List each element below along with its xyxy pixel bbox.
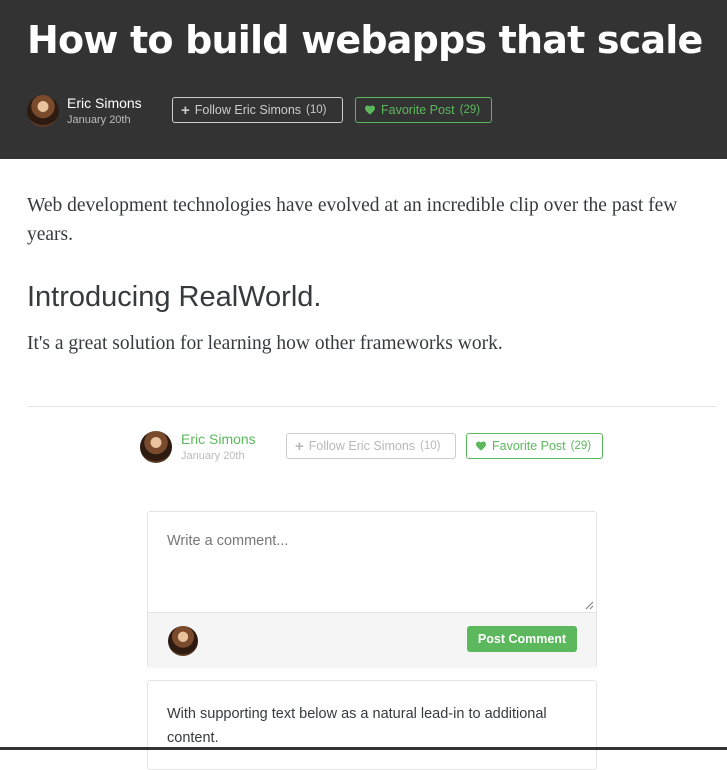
comment-card: With supporting text below as a natural …: [147, 680, 597, 770]
favorite-button-label-bottom: Favorite Post: [492, 439, 566, 453]
comment-form: Post Comment: [147, 511, 597, 668]
article-banner: How to build webapps that scale Eric Sim…: [0, 0, 727, 159]
follow-button-label-bottom: Follow Eric Simons: [308, 439, 416, 453]
comment-form-footer: Post Comment: [148, 612, 596, 668]
comment-input[interactable]: [148, 512, 596, 612]
favorite-count: (29): [459, 104, 481, 116]
plus-icon: +: [295, 437, 304, 455]
article-divider: [27, 406, 717, 407]
author-avatar[interactable]: [27, 95, 59, 127]
follow-count: (10): [306, 104, 327, 116]
favorite-button-label: Favorite Post: [381, 103, 455, 117]
favorite-count-bottom: (29): [570, 440, 592, 452]
heart-icon: [476, 441, 486, 451]
favorite-post-button[interactable]: Favorite Post (29): [355, 97, 492, 123]
article-intro-paragraph: Web development technologies have evolve…: [27, 195, 678, 245]
article-paragraph: It's a great solution for learning how o…: [27, 333, 503, 354]
author-name-link[interactable]: Eric Simons: [67, 95, 142, 112]
post-comment-button[interactable]: Post Comment: [467, 626, 577, 652]
plus-icon: +: [181, 101, 190, 119]
resize-handle-icon[interactable]: [585, 601, 594, 610]
favorite-post-button-bottom[interactable]: Favorite Post (29): [466, 433, 603, 459]
follow-count-bottom: (10): [420, 440, 441, 452]
article-title: How to build webapps that scale: [27, 18, 703, 62]
comment-text: With supporting text below as a natural …: [167, 706, 547, 746]
article-date-bottom: January 20th: [181, 450, 245, 462]
author-avatar-bottom[interactable]: [140, 431, 172, 463]
author-name-link-bottom[interactable]: Eric Simons: [181, 431, 256, 448]
follow-author-button-bottom[interactable]: + Follow Eric Simons (10): [286, 433, 456, 459]
follow-button-label: Follow Eric Simons: [194, 103, 302, 117]
heart-icon: [365, 105, 375, 115]
article-subheading: Introducing RealWorld.: [27, 281, 322, 313]
current-user-avatar: [168, 626, 198, 656]
article-date: January 20th: [67, 114, 131, 126]
follow-author-button[interactable]: + Follow Eric Simons (10): [172, 97, 343, 123]
